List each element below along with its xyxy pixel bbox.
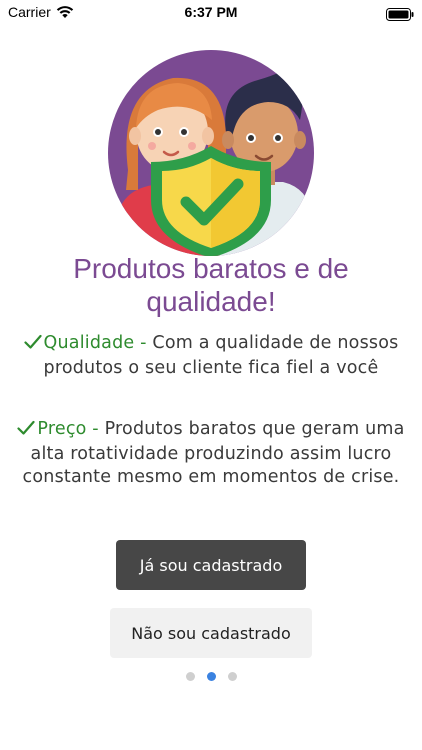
feature-term: Preço - xyxy=(37,419,99,439)
page-dot-2[interactable] xyxy=(206,672,216,681)
page-title: Produtos baratos e de qualidade! xyxy=(73,253,349,317)
feature-quality: Qualidade - Com a qualidade de nossos pr… xyxy=(10,332,412,380)
page-dot-1[interactable] xyxy=(185,672,195,681)
page-dot-3[interactable] xyxy=(227,672,237,681)
feature-term: Qualidade - xyxy=(43,333,147,353)
not-registered-button[interactable]: Não sou cadastrado xyxy=(110,608,312,658)
check-icon xyxy=(17,420,35,443)
status-bar: Carrier 6:37 PM xyxy=(0,0,422,26)
status-time: 6:37 PM xyxy=(184,4,238,20)
check-icon xyxy=(23,334,42,357)
people-shield-check-illustration xyxy=(108,50,314,260)
battery-icon xyxy=(386,6,414,25)
feature-price: Preço - Produtos baratos que geram uma a… xyxy=(10,418,412,489)
already-registered-button[interactable]: Já sou cadastrado xyxy=(116,540,306,590)
page-indicator[interactable] xyxy=(0,672,422,681)
